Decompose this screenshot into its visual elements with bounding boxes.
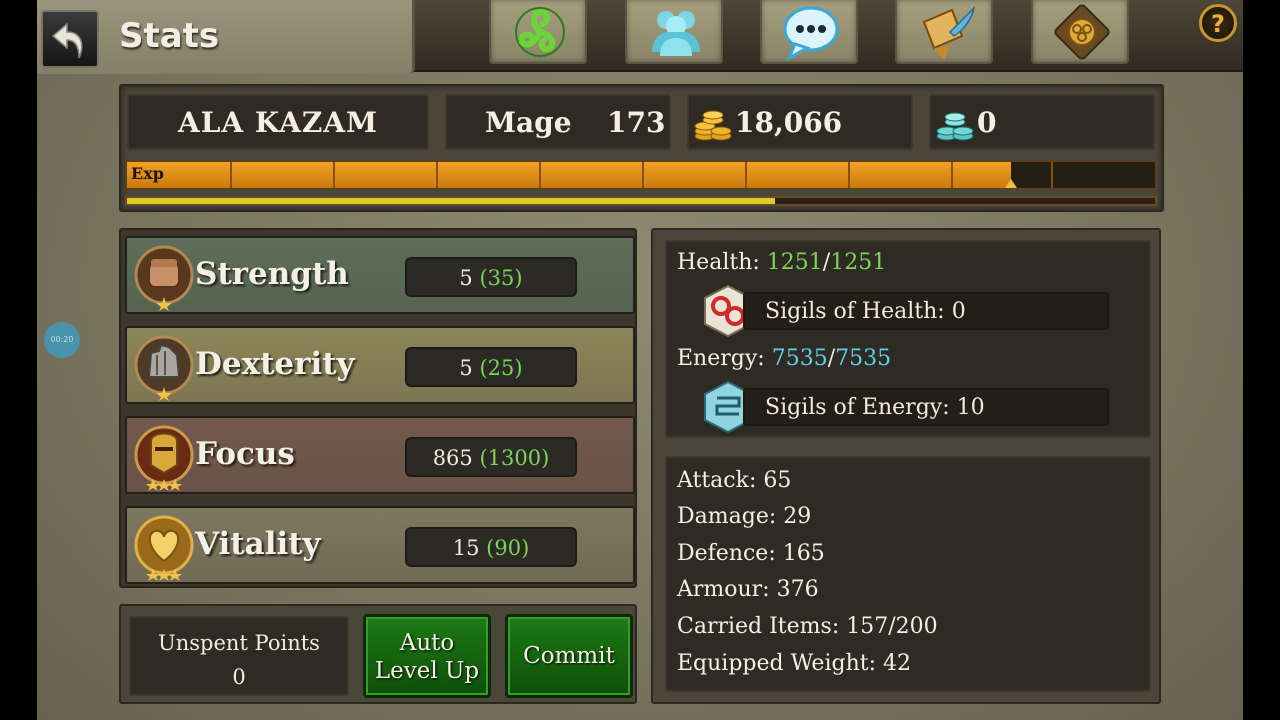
sigils-of-energy-text: Sigils of Energy: 10 bbox=[765, 395, 985, 420]
nav-button-guild[interactable] bbox=[1031, 0, 1129, 64]
attribute-name: Strength bbox=[195, 256, 349, 292]
attribute-row-vitality[interactable]: Vitality 15 (90) bbox=[125, 506, 635, 584]
gold-box: 18,066 bbox=[687, 94, 913, 150]
nav-button-spec[interactable] bbox=[489, 0, 587, 64]
damage-stat: Damage: 29 bbox=[677, 504, 812, 529]
gold-amount: 18,066 bbox=[735, 106, 843, 139]
attribute-value: 15 (90) bbox=[405, 527, 577, 567]
auto-level-up-button[interactable]: Auto Level Up bbox=[363, 614, 491, 698]
recording-timer-bubble[interactable]: 00:20 bbox=[44, 322, 80, 358]
party-icon bbox=[652, 11, 700, 56]
attribute-row-dexterity[interactable]: Dexterity 5 (25) bbox=[125, 326, 635, 404]
secondary-progress-fill bbox=[127, 198, 775, 204]
nav-button-chat[interactable] bbox=[760, 0, 858, 64]
attribute-value: 5 (25) bbox=[405, 347, 577, 387]
exp-bar-fill bbox=[127, 162, 1012, 188]
attribute-value: 5 (35) bbox=[405, 257, 577, 297]
energy-max: 7535 bbox=[835, 346, 892, 371]
exp-marker bbox=[1005, 179, 1018, 188]
sigils-of-health-row: Sigils of Health: 0 bbox=[743, 292, 1109, 330]
attribute-name: Vitality bbox=[195, 526, 321, 562]
health-max: 1251 bbox=[830, 250, 887, 275]
page-title: Stats bbox=[119, 16, 220, 56]
focus-helm-icon bbox=[134, 425, 194, 491]
unspent-points-label: Unspent Points bbox=[158, 631, 320, 655]
gem-amount: 0 bbox=[977, 106, 997, 139]
gems-box: 0 bbox=[929, 94, 1155, 150]
health-line: Health: 1251/1251 bbox=[677, 250, 887, 275]
top-bar: Stats ? bbox=[37, 0, 1243, 74]
help-icon: ? bbox=[1211, 10, 1225, 38]
character-name: ALA KAZAM bbox=[178, 106, 378, 139]
attribute-row-strength[interactable]: Strength 5 (35) bbox=[125, 236, 635, 314]
defence-stat: Defence: 165 bbox=[677, 541, 825, 566]
character-class: Mage bbox=[485, 106, 572, 139]
sigils-of-energy-row: Sigils of Energy: 10 bbox=[743, 388, 1109, 426]
attack-stat: Attack: 65 bbox=[677, 468, 792, 493]
points-panel: Unspent Points 0 Auto Level Up Commit bbox=[119, 604, 637, 704]
recording-timer: 00:20 bbox=[50, 335, 74, 344]
nav-button-party[interactable] bbox=[625, 0, 723, 64]
back-arrow-icon bbox=[51, 22, 83, 59]
attributes-panel: Strength 5 (35) Dexterity 5 (25) Focus 8… bbox=[119, 228, 637, 588]
back-button[interactable] bbox=[41, 10, 99, 68]
attribute-name: Focus bbox=[195, 436, 295, 472]
unspent-points-box: Unspent Points 0 bbox=[129, 616, 349, 696]
vitals-box: Health: 1251/1251 Sigils of Health: 0 En… bbox=[665, 240, 1151, 438]
unspent-points-value: 0 bbox=[232, 665, 246, 689]
secondary-progress-bar bbox=[125, 196, 1157, 206]
exp-label: Exp bbox=[131, 164, 164, 183]
commit-button[interactable]: Commit bbox=[505, 614, 633, 698]
title-tab: Stats bbox=[37, 0, 415, 74]
gold-coins-icon bbox=[694, 110, 732, 141]
character-name-box: ALA KAZAM bbox=[127, 94, 429, 150]
chat-icon bbox=[783, 6, 839, 62]
triskele-icon bbox=[515, 7, 565, 57]
gem-coins-icon bbox=[936, 112, 974, 141]
stats-panel: Health: 1251/1251 Sigils of Health: 0 En… bbox=[651, 228, 1161, 704]
help-button[interactable]: ? bbox=[1199, 4, 1237, 42]
quest-scroll-icon bbox=[922, 5, 976, 60]
equipped-weight-stat: Equipped Weight: 42 bbox=[677, 651, 911, 676]
armour-stat: Armour: 376 bbox=[677, 577, 819, 602]
sigils-of-health-text: Sigils of Health: 0 bbox=[765, 299, 966, 324]
class-level-box: Mage 173 bbox=[445, 94, 671, 150]
character-level: 173 bbox=[607, 106, 666, 139]
energy-line: Energy: 7535/7535 bbox=[677, 346, 892, 371]
carried-items-stat: Carried Items: 157/200 bbox=[677, 614, 938, 639]
exp-bar: Exp bbox=[125, 160, 1157, 190]
health-current: 1251 bbox=[766, 250, 823, 275]
stats-screen: Stats ? ALA KAZAM Mage 173 18,066 0 Exp … bbox=[37, 0, 1243, 720]
attribute-name: Dexterity bbox=[195, 346, 355, 382]
combat-stats-box: Attack: 65 Damage: 29 Defence: 165 Armou… bbox=[665, 456, 1151, 692]
guild-crest-icon bbox=[1054, 4, 1110, 60]
character-header: ALA KAZAM Mage 173 18,066 0 Exp bbox=[119, 84, 1164, 212]
nav-button-quests[interactable] bbox=[895, 0, 993, 64]
energy-current: 7535 bbox=[771, 346, 828, 371]
attribute-value: 865 (1300) bbox=[405, 437, 577, 477]
dexterity-gauntlet-icon bbox=[134, 335, 194, 401]
attribute-row-focus[interactable]: Focus 865 (1300) bbox=[125, 416, 635, 494]
vitality-heart-icon bbox=[134, 515, 194, 581]
strength-fist-icon bbox=[134, 245, 194, 311]
